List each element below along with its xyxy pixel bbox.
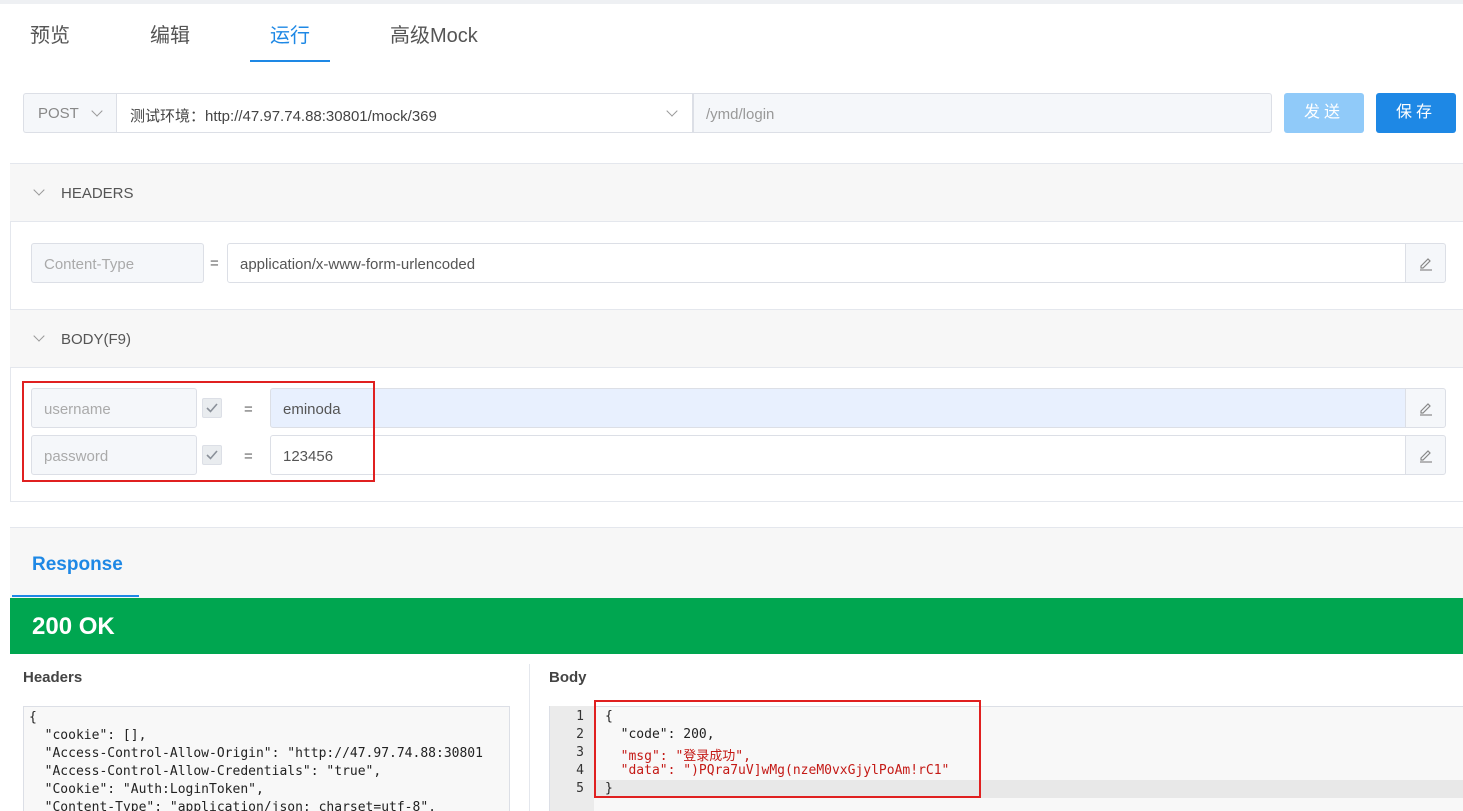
tab-preview[interactable]: 预览 bbox=[30, 22, 70, 62]
header-value-field[interactable]: application/x-www-form-urlencoded bbox=[227, 243, 1406, 283]
edit-body-button[interactable] bbox=[1405, 435, 1446, 475]
code-line: { bbox=[29, 710, 37, 725]
method-label: POST bbox=[38, 105, 79, 122]
line-number: 3 bbox=[576, 745, 584, 760]
env-select[interactable]: 测试环境：http://47.97.74.88:30801/mock/369 bbox=[116, 93, 693, 133]
body-title: BODY(F9) bbox=[61, 331, 132, 348]
body-value-field[interactable]: 123456 bbox=[270, 435, 1406, 475]
header-key-field[interactable]: Content-Type bbox=[31, 243, 204, 283]
method-select[interactable]: POST bbox=[23, 93, 116, 133]
chevron-down-icon bbox=[33, 184, 45, 196]
tab-response[interactable]: Response bbox=[32, 554, 123, 576]
response-body-label: Body bbox=[549, 669, 587, 686]
send-button[interactable]: 发送 bbox=[1284, 93, 1364, 133]
line-number: 1 bbox=[576, 709, 584, 724]
body-value-field[interactable]: eminoda bbox=[270, 388, 1406, 428]
edit-body-button[interactable] bbox=[1405, 388, 1446, 428]
chevron-down-icon bbox=[91, 105, 103, 117]
line-number: 2 bbox=[576, 727, 584, 742]
response-headers-code[interactable]: { "cookie": [], "Access-Control-Allow-Or… bbox=[23, 706, 510, 811]
header-key-value: Content-Type bbox=[44, 256, 135, 273]
headers-panel-header[interactable]: HEADERS bbox=[10, 164, 1463, 222]
pencil-icon bbox=[1420, 258, 1432, 271]
status-text: 200 OK bbox=[32, 613, 115, 640]
top-strip bbox=[0, 0, 1463, 4]
body-panel-header[interactable]: BODY(F9) bbox=[10, 310, 1463, 368]
line-number-gutter: 1 2 3 4 5 bbox=[550, 706, 594, 811]
code-line: "Access-Control-Allow-Credentials": "tru… bbox=[29, 764, 382, 779]
path-input[interactable]: /ymd/login bbox=[693, 93, 1272, 133]
pencil-icon bbox=[1420, 403, 1432, 416]
equals-sign: = bbox=[210, 255, 219, 272]
tab-edit[interactable]: 编辑 bbox=[150, 22, 190, 62]
response-header bbox=[10, 527, 1463, 598]
annotation-highlight-box bbox=[22, 381, 375, 482]
headers-title: HEADERS bbox=[61, 185, 134, 202]
divider bbox=[529, 664, 530, 811]
save-button[interactable]: 保存 bbox=[1376, 93, 1456, 133]
chevron-down-icon bbox=[33, 330, 45, 342]
status-bar: 200 OK bbox=[10, 598, 1463, 654]
tab-run[interactable]: 运行 bbox=[270, 22, 310, 62]
chevron-down-icon bbox=[666, 105, 678, 117]
tab-advanced-mock[interactable]: 高级Mock bbox=[390, 22, 478, 62]
path-value: /ymd/login bbox=[706, 106, 775, 123]
header-value-text: application/x-www-form-urlencoded bbox=[240, 256, 476, 273]
pencil-icon bbox=[1420, 450, 1432, 463]
response-tab-indicator bbox=[12, 595, 139, 597]
annotation-highlight-box bbox=[594, 700, 981, 798]
code-line: "cookie": [], bbox=[29, 728, 147, 743]
code-line: "Content-Type": "application/json; chars… bbox=[29, 800, 436, 811]
line-number: 5 bbox=[576, 781, 584, 796]
edit-header-button[interactable] bbox=[1405, 243, 1446, 283]
env-label: 测试环境：http://47.97.74.88:30801/mock/369 bbox=[130, 108, 437, 125]
code-line: "Cookie": "Auth:LoginToken", bbox=[29, 782, 264, 797]
response-headers-label: Headers bbox=[23, 669, 83, 686]
line-number: 4 bbox=[576, 763, 584, 778]
code-line: "Access-Control-Allow-Origin": "http://4… bbox=[29, 746, 483, 761]
active-tab-indicator bbox=[250, 60, 330, 62]
